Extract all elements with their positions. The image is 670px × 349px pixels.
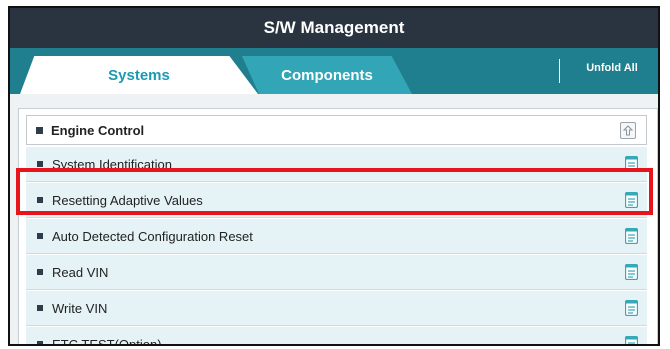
list-item-resetting-adaptive-values[interactable]: Resetting Adaptive Values [26, 183, 647, 218]
group-label: Engine Control [51, 122, 145, 138]
list-item-label: System Identification [52, 156, 172, 172]
group-header-engine-control[interactable]: Engine Control [26, 115, 647, 145]
title-bar: S/W Management [10, 8, 658, 48]
unfold-all-button[interactable]: Unfold All [566, 48, 658, 88]
list-item-label: ETC TEST(Option) [52, 336, 162, 346]
document-icon[interactable] [625, 156, 638, 172]
bullet-square-icon [37, 341, 43, 344]
bullet-square-icon [37, 161, 43, 167]
bullet-square-icon [37, 269, 43, 275]
list-item-label: Auto Detected Configuration Reset [52, 228, 253, 244]
list-item-label: Resetting Adaptive Values [52, 192, 203, 208]
document-icon[interactable] [625, 300, 638, 316]
list-item-label: Read VIN [52, 264, 109, 280]
tab-bar: Systems Components Unfold All [10, 48, 658, 94]
document-icon[interactable] [625, 228, 638, 244]
content-area: Engine Control System Identification Res… [10, 94, 658, 346]
bullet-square-icon [37, 197, 43, 203]
bullet-square-icon [37, 305, 43, 311]
document-icon[interactable] [625, 336, 638, 346]
app-window: S/W Management Systems Components Unfold… [8, 6, 660, 346]
list-item-label: Write VIN [52, 300, 108, 316]
list-item-system-identification[interactable]: System Identification [26, 147, 647, 182]
list-item-write-vin[interactable]: Write VIN [26, 291, 647, 326]
tab-systems-label: Systems [108, 66, 170, 84]
tab-components-label: Components [281, 66, 373, 84]
collapse-up-icon[interactable] [620, 122, 636, 139]
window-title: S/W Management [263, 18, 405, 37]
tab-divider [559, 59, 560, 83]
tab-systems[interactable]: Systems [20, 56, 258, 94]
systems-panel: Engine Control System Identification Res… [18, 108, 658, 346]
document-icon[interactable] [625, 192, 638, 208]
list-item-etc-test[interactable]: ETC TEST(Option) [26, 327, 647, 346]
list-item-read-vin[interactable]: Read VIN [26, 255, 647, 290]
list-item-auto-detected-configuration-reset[interactable]: Auto Detected Configuration Reset [26, 219, 647, 254]
tab-components[interactable]: Components [242, 56, 412, 94]
document-icon[interactable] [625, 264, 638, 280]
bullet-square-icon [37, 233, 43, 239]
function-list: System Identification Resetting Adaptive… [26, 147, 647, 346]
bullet-square-icon [36, 126, 43, 134]
